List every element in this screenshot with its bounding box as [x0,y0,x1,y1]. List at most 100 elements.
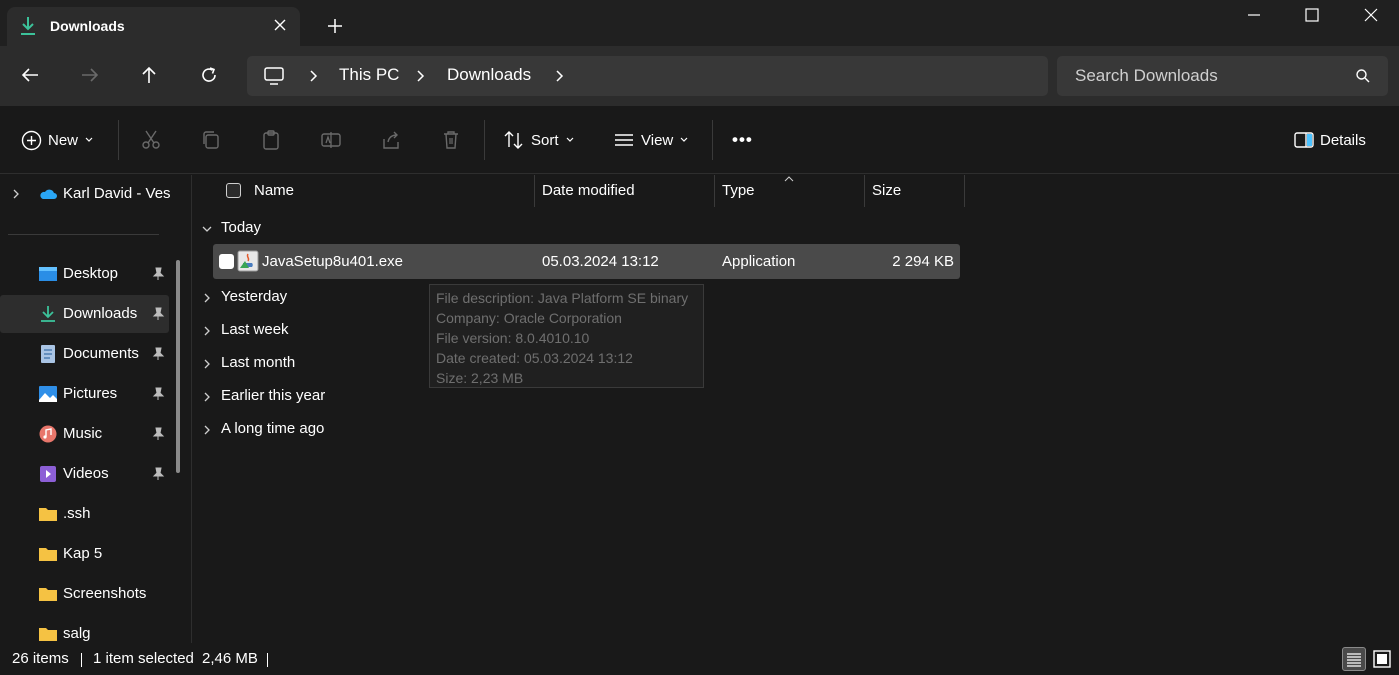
pin-icon[interactable] [151,267,165,281]
tooltip-line: Date created: 05.03.2024 13:12 [436,350,633,366]
search-box[interactable]: Search Downloads [1057,56,1388,96]
sidebar-item-label: Music [63,425,103,442]
minimize-icon[interactable] [1244,5,1264,25]
delete-icon[interactable] [440,129,462,151]
documents-icon [41,345,55,363]
item-count: 26 items [12,650,69,667]
sidebar-item-label: Pictures [63,385,118,402]
plus-icon[interactable] [326,17,344,35]
pin-icon[interactable] [151,427,165,441]
onedrive-icon [40,189,57,199]
pin-icon[interactable] [151,307,165,321]
view-button[interactable]: View [613,129,689,151]
row-checkbox[interactable] [219,254,234,269]
file-row-selected[interactable]: JavaSetup8u401.exe 05.03.2024 13:12 Appl… [213,244,960,279]
sidebar-item-ssh[interactable]: .ssh [0,495,169,533]
details-view-button[interactable] [1342,647,1366,671]
close-tab-icon[interactable] [271,16,289,34]
download-icon [41,306,55,322]
pin-icon[interactable] [151,347,165,361]
chevron-down-icon [85,137,93,142]
address-bar[interactable]: This PC Downloads [247,56,1048,96]
select-all-checkbox[interactable] [226,183,241,198]
refresh-icon[interactable] [198,64,220,86]
column-header-size[interactable]: Size [872,182,901,199]
chevron-right-icon [204,326,210,336]
computer-icon[interactable] [263,66,285,86]
chevron-right-icon [204,425,210,435]
copy-icon[interactable] [200,129,222,151]
sidebar-item-onedrive[interactable]: Karl David - Ves [0,175,171,213]
close-icon[interactable] [1361,5,1381,25]
chevron-right-icon [204,293,210,303]
chevron-right-icon[interactable] [414,69,426,83]
arrow-up-icon[interactable] [138,64,160,86]
search-input[interactable]: Search Downloads [1075,66,1218,86]
selection-size: 2,46 MB [202,650,258,667]
chevron-right-icon [204,359,210,369]
sidebar-item-music[interactable]: Music [0,415,169,453]
share-icon[interactable] [380,129,402,151]
column-header-type[interactable]: Type [722,182,755,199]
breadcrumb-this-pc[interactable]: This PC [339,65,399,85]
pin-icon[interactable] [151,387,165,401]
videos-icon [40,466,56,482]
column-separator[interactable] [714,175,715,207]
sidebar-item-videos[interactable]: Videos [0,455,169,493]
details-button-label: Details [1320,131,1366,149]
chevron-right-icon[interactable] [307,69,319,83]
status-bar: 26 items 1 item selected 2,46 MB [0,643,1399,675]
tooltip-line: File version: 8.0.4010.10 [436,330,590,346]
sidebar-item-screenshots[interactable]: Screenshots [0,575,169,613]
maximize-icon[interactable] [1302,5,1322,25]
toolbar-separator [484,120,485,160]
tooltip-line: Size: 2,23 MB [436,370,524,386]
search-icon[interactable] [1355,68,1371,84]
sidebar-item-label: Documents [63,345,139,362]
column-header-date[interactable]: Date modified [542,182,635,199]
column-separator[interactable] [534,175,535,207]
chevron-right-icon[interactable] [553,69,565,83]
group-label: Today [221,219,262,236]
tab-downloads[interactable]: Downloads [7,7,300,46]
sidebar-item-downloads[interactable]: Downloads [0,295,169,333]
more-options-button[interactable]: ••• [732,129,753,151]
large-icons-view-button[interactable] [1370,647,1394,671]
rename-icon[interactable] [320,129,342,151]
sidebar-item-label: Downloads [63,305,138,322]
folder-icon [39,548,57,561]
column-separator[interactable] [864,175,865,207]
sidebar-item-documents[interactable]: Documents [0,335,169,373]
file-list: Name Date modified Type Size Today JavaS… [193,175,1399,643]
sidebar-item-kap5[interactable]: Kap 5 [0,535,169,573]
group-label: Yesterday [221,288,288,305]
sidebar-scrollbar[interactable] [176,260,180,473]
chevron-right-icon[interactable] [10,188,22,200]
sort-button-label: Sort [531,131,559,149]
file-type: Application [722,253,796,270]
navigation-bar: This PC Downloads Search Downloads [0,46,1399,106]
breadcrumb-downloads[interactable]: Downloads [447,65,531,85]
column-separator[interactable] [964,175,965,207]
command-bar: New Sort View ••• Details [0,106,1399,174]
tooltip-line: Company: Oracle Corporation [436,310,622,326]
sort-ascending-icon [784,176,794,182]
paste-icon[interactable] [260,129,282,151]
sort-icon [504,131,523,149]
pin-icon[interactable] [151,467,165,481]
cut-icon[interactable] [140,129,162,151]
arrow-left-icon[interactable] [19,64,41,86]
folder-icon [39,588,57,601]
sort-button[interactable]: Sort [503,129,575,151]
group-label: Earlier this year [221,387,326,404]
new-button[interactable]: New [21,129,94,151]
file-info-tooltip: File description: Java Platform SE binar… [429,284,704,388]
column-header-name[interactable]: Name [254,182,294,199]
arrow-right-icon[interactable] [79,64,101,86]
sidebar-item-desktop[interactable]: Desktop [0,255,169,293]
selection-count: 1 item selected [93,650,194,667]
sidebar-item-pictures[interactable]: Pictures [0,375,169,413]
sidebar-item-salg[interactable]: salg [0,615,169,643]
details-pane-button[interactable]: Details [1294,129,1366,151]
sidebar-divider [8,234,159,235]
